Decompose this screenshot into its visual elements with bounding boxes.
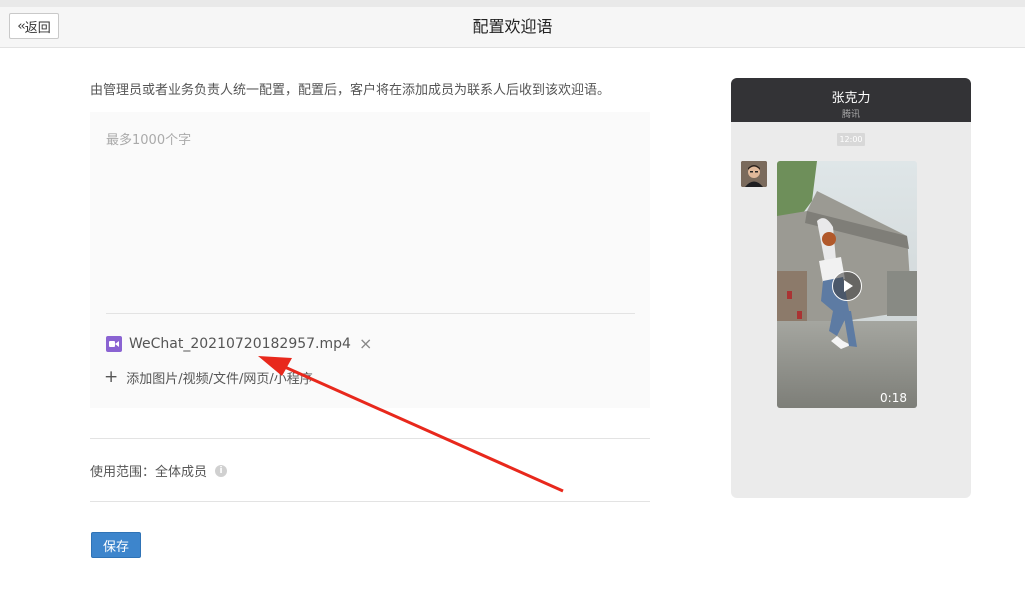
- annotation-arrow: [258, 356, 564, 493]
